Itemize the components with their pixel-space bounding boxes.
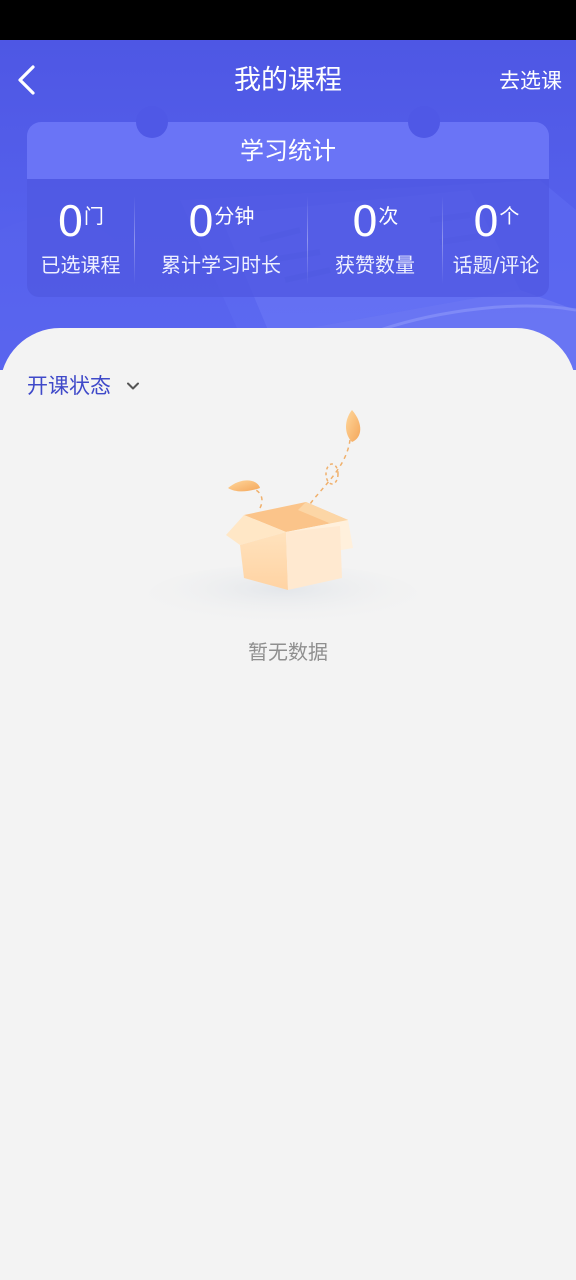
- stat-value: 0: [57, 197, 84, 246]
- empty-state-text: 暂无数据: [248, 640, 328, 664]
- stat-value: 0: [472, 197, 500, 246]
- stat-likes: 0次 获赞数量: [308, 196, 442, 292]
- chevron-down-icon: [125, 378, 141, 394]
- stat-label: 获赞数量: [335, 253, 415, 277]
- stat-unit: 门: [83, 204, 104, 228]
- page-title: 我的课程: [234, 65, 342, 96]
- stat-value: 0: [351, 197, 379, 246]
- stats-title: 学习统计: [240, 137, 336, 165]
- stat-topics-comments: 0个 话题/评论: [443, 196, 549, 292]
- stat-unit: 次: [378, 204, 399, 228]
- stat-unit: 分钟: [214, 204, 255, 228]
- stat-unit: 个: [499, 204, 520, 228]
- my-courses-page: 我的课程 去选课 学习统计 0门 已选课程 0分钟 累计学习时长 0次 获赞数量…: [0, 0, 576, 1280]
- stat-label: 累计学习时长: [161, 253, 281, 277]
- stat-selected-courses: 0门 已选课程: [27, 196, 134, 292]
- status-bar: [0, 0, 576, 40]
- stat-value: 0: [187, 197, 215, 246]
- empty-box-icon: [148, 410, 418, 620]
- stat-label: 已选课程: [40, 253, 121, 277]
- stat-study-time: 0分钟 累计学习时长: [135, 196, 307, 292]
- course-status-filter[interactable]: 开课状态: [27, 366, 141, 406]
- select-course-button[interactable]: 去选课: [499, 64, 562, 98]
- filter-label: 开课状态: [27, 374, 111, 398]
- stat-label: 话题/评论: [452, 253, 540, 277]
